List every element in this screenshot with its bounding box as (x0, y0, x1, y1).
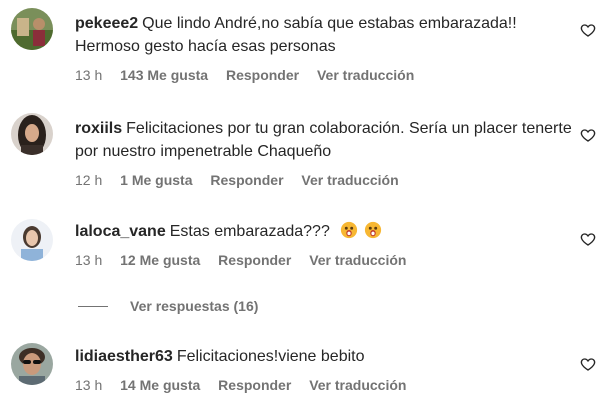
replies-divider (78, 305, 108, 307)
view-replies-button[interactable]: Ver respuestas (16) (78, 298, 258, 314)
comment-meta: 13 h 143 Me gusta Responder Ver traducci… (75, 67, 575, 83)
comment-time[interactable]: 13 h (75, 67, 102, 83)
see-translation-button[interactable]: Ver traducción (309, 377, 406, 393)
face-with-open-mouth-emoji-icon (341, 221, 358, 239)
face-with-open-mouth-emoji-icon (365, 221, 382, 239)
likes-count[interactable]: 143 Me gusta (120, 67, 208, 83)
comment-username[interactable]: pekeee2 (75, 15, 138, 32)
reply-button[interactable]: Responder (210, 172, 283, 188)
comment-body: Felicitaciones por tu gran colaboración.… (75, 120, 572, 160)
reply-button[interactable]: Responder (218, 377, 291, 393)
comment-meta: 13 h 14 Me gusta Responder Ver traducció… (75, 377, 575, 393)
comment-text: lidiaesther63 Felicitaciones!viene bebito (75, 345, 575, 368)
comment-meta: 13 h 12 Me gusta Responder Ver traducció… (75, 252, 575, 268)
likes-count[interactable]: 12 Me gusta (120, 252, 200, 268)
comment-time[interactable]: 12 h (75, 172, 102, 188)
avatar[interactable] (11, 219, 53, 261)
comment-text: roxiils Felicitaciones por tu gran colabo… (75, 117, 575, 163)
comment-text: pekeee2 Que lindo André,no sabía que esta… (75, 12, 575, 58)
comment-username[interactable]: roxiils (75, 120, 122, 137)
heart-outline-icon[interactable] (580, 231, 596, 247)
reply-button[interactable]: Responder (226, 67, 299, 83)
heart-outline-icon[interactable] (580, 22, 596, 38)
comment-username[interactable]: lidiaesther63 (75, 348, 173, 365)
comment-time[interactable]: 13 h (75, 377, 102, 393)
heart-outline-icon[interactable] (580, 356, 596, 372)
heart-outline-icon[interactable] (580, 127, 596, 143)
avatar[interactable] (11, 113, 53, 155)
likes-count[interactable]: 14 Me gusta (120, 377, 200, 393)
avatar[interactable] (11, 8, 53, 50)
likes-count[interactable]: 1 Me gusta (120, 172, 192, 188)
see-translation-button[interactable]: Ver traducción (301, 172, 398, 188)
avatar-woman-dark-hair-icon (11, 113, 53, 155)
comment-body: Felicitaciones!viene bebito (176, 348, 365, 365)
comment-body: Que lindo André,no sabía que estabas emb… (75, 15, 517, 55)
avatar-woman-sunglasses-icon (11, 343, 53, 385)
comment-meta: 12 h 1 Me gusta Responder Ver traducción (75, 172, 575, 188)
see-translation-button[interactable]: Ver traducción (309, 252, 406, 268)
view-replies-label: Ver respuestas (16) (130, 298, 259, 314)
comment-text: laloca_vane Estas embarazada??? (75, 220, 575, 243)
avatar[interactable] (11, 343, 53, 385)
avatar-outdoor-photo-icon (11, 8, 53, 50)
see-translation-button[interactable]: Ver traducción (317, 67, 414, 83)
comment-body: Estas embarazada??? (169, 223, 330, 240)
reply-button[interactable]: Responder (218, 252, 291, 268)
comment-username[interactable]: laloca_vane (75, 223, 166, 240)
avatar-woman-light-icon (11, 219, 53, 261)
comment-time[interactable]: 13 h (75, 252, 102, 268)
